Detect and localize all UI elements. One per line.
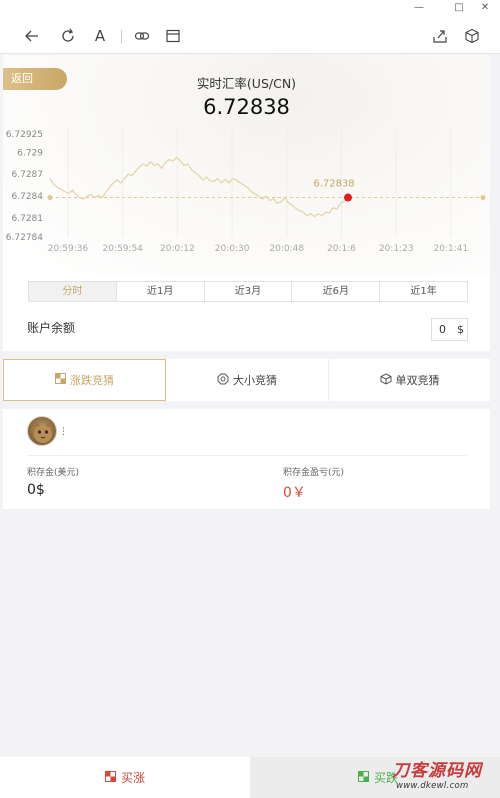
tab-1-month[interactable]: 近1月 <box>116 282 205 301</box>
cube-icon[interactable] <box>461 25 483 47</box>
watermark: 刀客源码网 www.dkewl.com <box>392 761 498 795</box>
x-tick-label: 20:1:23 <box>379 244 414 254</box>
reference-start-dot <box>47 195 53 201</box>
current-value-label: 6.72838 <box>313 179 354 190</box>
x-tick-label: 20:59:54 <box>102 244 143 254</box>
y-tick-label: 6.7281 <box>12 214 44 224</box>
guess-tabs: 涨跌竞猜 大小竞猜 单双竞猜 <box>3 359 490 401</box>
tab-6-months[interactable]: 近6月 <box>292 282 381 301</box>
toolbar-divider <box>121 30 122 44</box>
x-tick-label: 20:0:48 <box>269 244 304 254</box>
minimize-button[interactable]: — <box>408 0 430 16</box>
divider <box>27 455 467 456</box>
up-down-square-icon <box>55 373 66 387</box>
account-card: ⋮ 积存金(美元) 0$ 积存金盈亏(元) 0￥ <box>3 409 490 509</box>
x-tick-label: 20:0:12 <box>160 244 195 254</box>
window-title-bar: — □ ✕ <box>0 0 500 18</box>
balance-box: 0 $ <box>431 318 468 341</box>
balance-label: 账户余额 <box>27 321 76 335</box>
x-tick-label: 20:1:6 <box>327 244 356 254</box>
maximize-button[interactable]: □ <box>448 0 470 16</box>
x-tick-label: 20:1:41 <box>434 244 469 254</box>
tab-size-guess[interactable]: 大小竞猜 <box>166 359 328 401</box>
font-size-button[interactable]: A <box>89 25 111 47</box>
link-icon[interactable] <box>131 25 153 47</box>
refresh-icon[interactable] <box>57 25 79 47</box>
tab-1-year[interactable]: 近1年 <box>380 282 467 301</box>
pnl-label: 积存金盈亏(元) <box>283 468 345 478</box>
browser-toolbar: A <box>0 18 500 54</box>
rate-line-chart: 6.72925 6.729 6.7287 6.7284 6.7281 6.72784 20:… <box>6 127 486 254</box>
y-tick-label: 6.72784 <box>6 233 43 243</box>
tab-rise-fall-guess[interactable]: 涨跌竞猜 <box>3 359 166 401</box>
watermark-url: www.dkewl.com <box>396 781 469 791</box>
x-tick-label: 20:59:36 <box>48 244 89 254</box>
y-tick-label: 6.72925 <box>6 130 43 140</box>
deposit-label: 积存金(美元) <box>27 468 80 478</box>
pnl-value: 0￥ <box>283 485 306 501</box>
share-icon[interactable] <box>429 25 451 47</box>
current-point <box>344 193 352 202</box>
buy-down-icon <box>358 770 369 785</box>
x-tick-label: 20:0:30 <box>215 244 250 254</box>
guess-tab-label: 涨跌竞猜 <box>70 374 114 387</box>
y-tick-label: 6.729 <box>17 148 43 158</box>
buy-up-label: 买涨 <box>120 771 145 785</box>
y-tick-label: 6.7284 <box>12 192 44 202</box>
guess-tab-label: 单双竞猜 <box>395 374 440 387</box>
tab-odd-even-guess[interactable]: 单双竞猜 <box>329 359 490 401</box>
buy-up-button[interactable]: 买涨 <box>0 757 250 798</box>
arrow-left-icon[interactable] <box>21 25 43 47</box>
close-button[interactable]: ✕ <box>474 0 496 16</box>
tab-3-months[interactable]: 近3月 <box>204 282 293 301</box>
octagon-icon <box>217 373 229 388</box>
window-icon[interactable] <box>162 25 184 47</box>
chart-card: 返回 实时汇率(US/CN) 6.72838 6.72925 6.729 6.728… <box>3 55 490 351</box>
y-tick-label: 6.7287 <box>12 170 44 180</box>
tab-intraday[interactable]: 分时 <box>29 282 117 301</box>
more-icon[interactable]: ⋮ <box>59 427 68 437</box>
period-tabs: 分时 近1月 近3月 近6月 近1年 <box>28 281 468 302</box>
balance-unit: $ <box>457 323 464 336</box>
series-line <box>49 156 349 218</box>
deposit-value: 0$ <box>27 482 45 498</box>
avatar[interactable] <box>27 416 57 446</box>
watermark-title: 刀客源码网 <box>392 761 482 781</box>
reference-end-dot <box>480 195 486 201</box>
balance-value: 0 <box>439 323 446 336</box>
cube-icon <box>380 372 392 388</box>
buy-up-icon <box>104 770 116 785</box>
guess-tab-label: 大小竞猜 <box>233 374 277 387</box>
